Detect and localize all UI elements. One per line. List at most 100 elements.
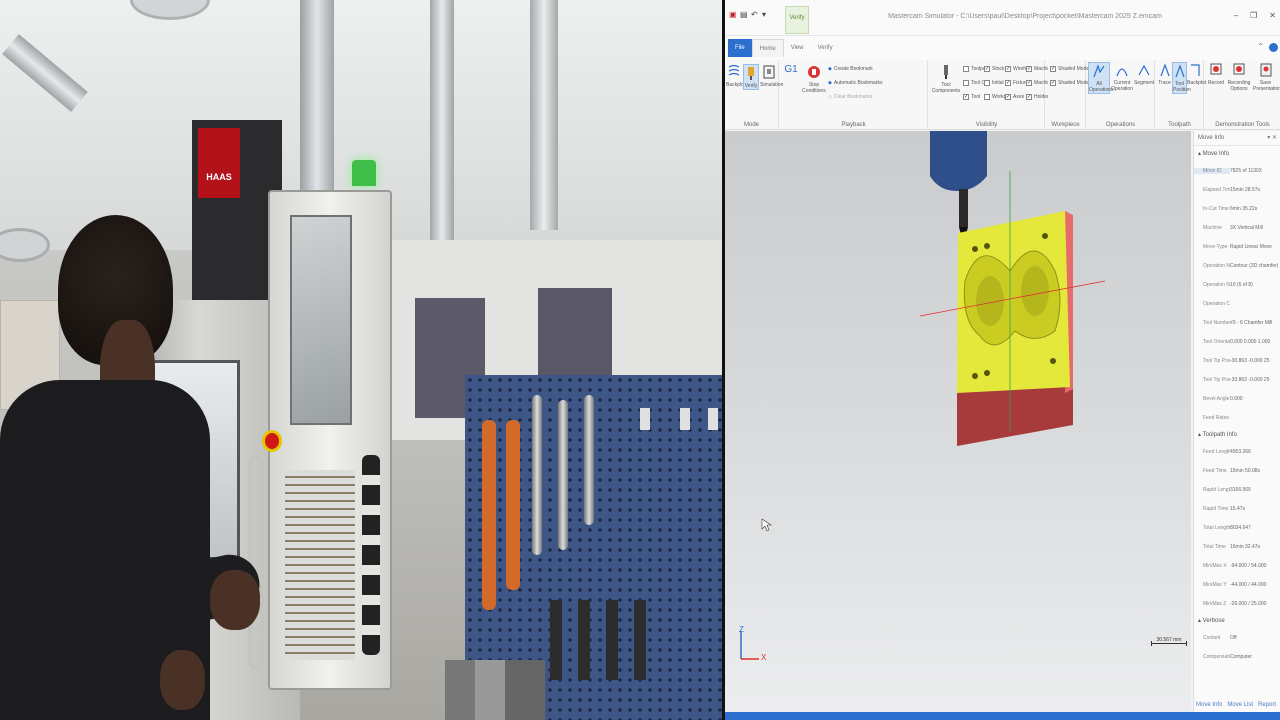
clear-bookmarks-option[interactable]: ◇ Clear Bookmarks xyxy=(828,94,872,100)
property-name: Move ID xyxy=(1194,167,1230,174)
property-row[interactable]: Move ID 7825 of 11303 xyxy=(1194,161,1280,180)
property-name: Rapid Time xyxy=(1203,505,1229,512)
visibility-check[interactable]: ✓Fixtures xyxy=(1005,80,1027,86)
tool-components-button[interactable]: Tool Components xyxy=(931,64,961,94)
create-bookmark-option[interactable]: ◆ Create Bookmark xyxy=(828,66,873,72)
visibility-check[interactable]: Initial Stock xyxy=(984,80,1006,86)
tab-report[interactable]: Report xyxy=(1258,702,1276,708)
3d-viewport[interactable]: Z X 30.567 mm xyxy=(725,131,1191,712)
restore-icon[interactable]: ❐ xyxy=(1250,11,1257,20)
property-row[interactable]: Operation Nu...10 (6 of 8) xyxy=(1194,275,1280,294)
trace-button[interactable]: Trace xyxy=(1157,62,1172,86)
property-row[interactable]: Min/Max Y -44.000 / 44.000 xyxy=(1194,575,1280,594)
property-value: -30.863 -0.000 25 xyxy=(1230,357,1270,364)
save-presentation-button[interactable]: Save Presentation xyxy=(1253,62,1280,92)
panel-section-header[interactable]: ▴ Toolpath Info xyxy=(1194,427,1280,442)
segment-button[interactable]: Segment xyxy=(1134,62,1154,86)
property-row[interactable]: Feed Rates xyxy=(1194,408,1280,427)
tool-position-button[interactable]: Tool Position xyxy=(1172,62,1191,94)
property-row[interactable]: Rapid Time 15.47s xyxy=(1194,499,1280,518)
visibility-check[interactable]: ✓Machine Housing xyxy=(1026,80,1048,86)
visibility-check[interactable]: ✓Wireframe xyxy=(1005,66,1027,72)
record-button[interactable]: Record xyxy=(1206,62,1226,86)
property-row[interactable]: Coolant Off xyxy=(1194,628,1280,647)
property-row[interactable]: Rapid Length 3166.565 xyxy=(1194,480,1280,499)
minimize-icon[interactable]: – xyxy=(1234,11,1238,20)
visibility-check[interactable]: ✓ Stock xyxy=(984,66,1005,72)
recording-options-button[interactable]: Recording Options xyxy=(1227,62,1251,92)
property-row[interactable]: Machine 3X Vertical Mill xyxy=(1194,218,1280,237)
status-bar xyxy=(725,712,1280,720)
spindle xyxy=(930,131,987,191)
property-row[interactable]: Total Time 16min 32.47s xyxy=(1194,537,1280,556)
segment-icon xyxy=(1138,64,1150,76)
pendant-side-buttons[interactable] xyxy=(362,455,380,655)
mouse-cursor xyxy=(761,518,772,532)
emergency-stop-button[interactable] xyxy=(262,430,282,452)
move-info-panel: Move Info ▾ ✕ ▴ Move Info Move ID 7825 of … xyxy=(1193,131,1280,712)
g1-button[interactable]: G1 xyxy=(783,64,799,80)
panel-section-header[interactable]: ▴ Verbose xyxy=(1194,613,1280,628)
workpiece-check[interactable]: ✓ Shaded Model xyxy=(1050,66,1090,72)
pendant-keypad[interactable] xyxy=(285,470,355,660)
property-value: 4953.266 xyxy=(1230,448,1251,455)
dropdown-icon[interactable]: ▾ xyxy=(762,10,770,20)
tab-verify[interactable]: Verify xyxy=(811,39,840,57)
all-operations-button[interactable]: All Operations xyxy=(1088,62,1113,94)
property-row[interactable]: Elapsed Time15min 28.57s xyxy=(1194,180,1280,199)
panel-section-header[interactable]: ▴ Move Info xyxy=(1194,146,1280,161)
visibility-check[interactable]: Toolpath xyxy=(963,66,985,72)
current-operation-button[interactable]: Current Operation xyxy=(1111,62,1133,92)
automatic-bookmarks-option[interactable]: ◆ Automatic Bookmarks xyxy=(828,80,883,86)
property-row[interactable]: Operation Co... xyxy=(1194,294,1280,313)
property-row[interactable]: Feed Length 4953.266 xyxy=(1194,442,1280,461)
property-row[interactable]: Tool Number #3 - 6 Chamfer Mill xyxy=(1194,313,1280,332)
property-row[interactable]: Min/Max Z -26.000 / 25.000 xyxy=(1194,594,1280,613)
visibility-check[interactable]: ✓Machine xyxy=(1026,66,1048,72)
close-icon[interactable]: ✕ xyxy=(1269,11,1276,20)
property-row[interactable]: Tool Orientati...0.000 0.000 1.000 xyxy=(1194,332,1280,351)
backplot-button[interactable]: Backplot xyxy=(726,64,745,88)
save-icon[interactable]: ▤ xyxy=(740,10,748,20)
tab-move-info[interactable]: Move Info xyxy=(1196,702,1222,708)
tab-view[interactable]: View xyxy=(784,39,811,57)
collapse-ribbon-icon[interactable]: ⌃ xyxy=(1257,42,1264,51)
simulation-icon xyxy=(763,65,775,79)
panel-controls[interactable]: ▾ ✕ xyxy=(1267,131,1277,146)
help-icon[interactable] xyxy=(1269,43,1278,52)
tool-shank xyxy=(959,189,968,227)
property-value: -44.000 / 44.000 xyxy=(1230,581,1267,588)
tab-file[interactable]: File xyxy=(728,39,752,57)
property-row[interactable]: Tool Tip Positi...-30.863 -0.000 25 xyxy=(1194,370,1280,389)
property-row[interactable]: In-Cut Time 6min 35.22s xyxy=(1194,199,1280,218)
property-row[interactable]: Min/Max X -94.000 / 54.000 xyxy=(1194,556,1280,575)
simulation-button[interactable]: Simulation xyxy=(760,64,783,88)
property-value: #3 - 6 Chamfer Mill xyxy=(1230,319,1273,326)
undo-icon[interactable]: ↶ xyxy=(751,10,759,20)
trace-icon xyxy=(1159,63,1170,77)
visibility-check[interactable]: ✓Holders xyxy=(1026,94,1048,100)
visibility-check[interactable]: Workpiece xyxy=(984,94,1006,100)
backplot-icon xyxy=(728,64,740,76)
visibility-check[interactable]: Tool Contact Point xyxy=(963,80,985,86)
checkbox-icon xyxy=(963,80,969,86)
visibility-check[interactable]: ✓ Tool xyxy=(963,94,980,100)
property-row[interactable]: Feed Time 15min 50.08s xyxy=(1194,461,1280,480)
property-row[interactable]: Operation Na...Contour (3D chamfer) xyxy=(1194,256,1280,275)
recording-options-icon xyxy=(1233,63,1245,75)
property-value: 7825 of 11303 xyxy=(1230,167,1262,174)
tab-home[interactable]: Home xyxy=(751,39,784,57)
tab-move-list[interactable]: Move List xyxy=(1227,702,1253,708)
workpiece-check[interactable]: ✓ Shaded Model xyxy=(1050,80,1090,86)
context-tab-verify[interactable]: Verify xyxy=(785,6,809,34)
visibility-check[interactable]: ✓ Axes xyxy=(1005,94,1024,100)
property-row[interactable]: Move Type Rapid Linear Move xyxy=(1194,237,1280,256)
property-row[interactable]: Total Length 8034.647 xyxy=(1194,518,1280,537)
verify-button[interactable]: Verify xyxy=(743,64,759,90)
property-row[interactable]: Tool Tip Positi...-30.863 -0.000 25 xyxy=(1194,351,1280,370)
property-row[interactable]: Bevel Angle 0.000 xyxy=(1194,389,1280,408)
property-row[interactable]: Compensatio...Computer xyxy=(1194,647,1280,666)
backplot-toolpath-button[interactable]: Backplot xyxy=(1187,62,1206,86)
bolt-hole xyxy=(984,243,990,249)
stop-conditions-button[interactable]: Stop Conditions xyxy=(802,64,826,94)
